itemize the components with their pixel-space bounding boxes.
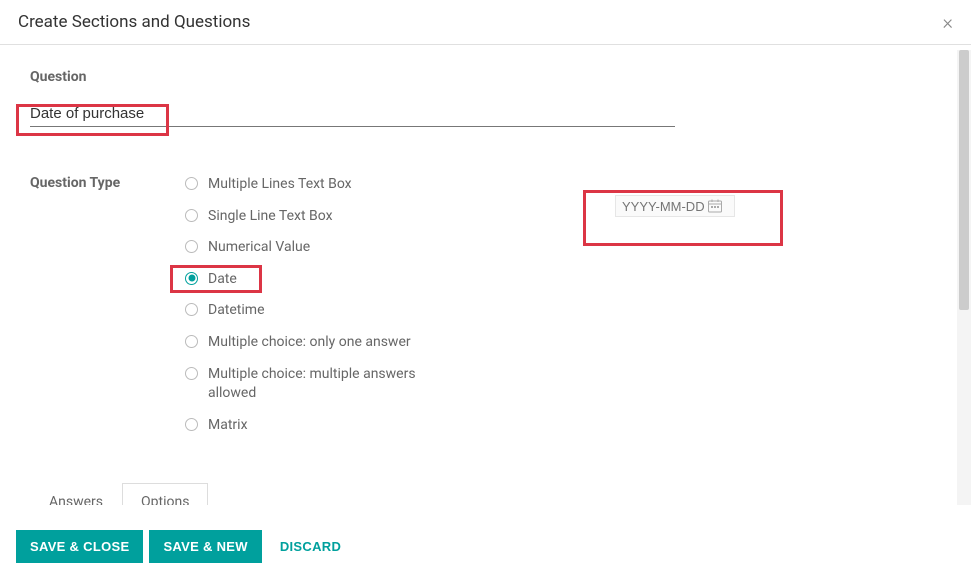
radio-matrix[interactable]: Matrix [185,416,445,436]
radio-label: Single Line Text Box [208,207,333,227]
question-input[interactable] [30,101,675,127]
radio-icon [185,209,198,222]
radio-single-line[interactable]: Single Line Text Box [185,207,445,227]
radio-icon [185,335,198,348]
radio-icon [185,240,198,253]
radio-label: Multiple choice: only one answer [208,333,411,353]
discard-button[interactable]: DISCARD [268,530,355,563]
radio-date[interactable]: Date [185,270,445,290]
radio-label: Date [208,270,237,290]
radio-numerical[interactable]: Numerical Value [185,238,445,258]
radio-icon [185,177,198,190]
calendar-icon [707,198,723,214]
radio-label: Multiple Lines Text Box [208,175,352,195]
radio-icon [185,272,198,285]
dialog-footer: SAVE & CLOSE SAVE & NEW DISCARD [0,516,971,577]
close-icon[interactable]: × [943,12,953,32]
date-preview-field[interactable] [622,199,707,214]
radio-multiple-choice-one[interactable]: Multiple choice: only one answer [185,333,445,353]
tab-options[interactable]: Options [122,483,208,505]
radio-datetime[interactable]: Datetime [185,301,445,321]
dialog-content: Question Question Type Multiple Lines Te… [0,45,971,505]
question-type-label: Question Type [30,175,185,191]
scrollbar[interactable] [957,50,971,505]
question-type-radio-list: Multiple Lines Text Box Single Line Text… [185,175,445,447]
radio-label: Numerical Value [208,238,310,258]
radio-multiple-lines[interactable]: Multiple Lines Text Box [185,175,445,195]
date-preview-input[interactable] [615,195,735,217]
question-label: Question [30,69,941,85]
radio-label: Datetime [208,301,265,321]
radio-label: Multiple choice: multiple answers allowe… [208,365,445,404]
save-new-button[interactable]: SAVE & NEW [149,530,261,563]
question-type-row: Question Type Multiple Lines Text Box Si… [30,175,941,447]
radio-multiple-choice-many[interactable]: Multiple choice: multiple answers allowe… [185,365,445,404]
tab-answers[interactable]: Answers [30,483,122,505]
tabs: Answers Options [30,483,941,505]
scrollbar-thumb[interactable] [959,50,969,310]
radio-label: Matrix [208,416,248,436]
dialog-title: Create Sections and Questions [18,12,250,32]
radio-icon [185,418,198,431]
dialog-header: Create Sections and Questions × [0,0,971,45]
preview-area [615,195,735,217]
save-close-button[interactable]: SAVE & CLOSE [16,530,143,563]
radio-icon [185,367,198,380]
radio-icon [185,303,198,316]
